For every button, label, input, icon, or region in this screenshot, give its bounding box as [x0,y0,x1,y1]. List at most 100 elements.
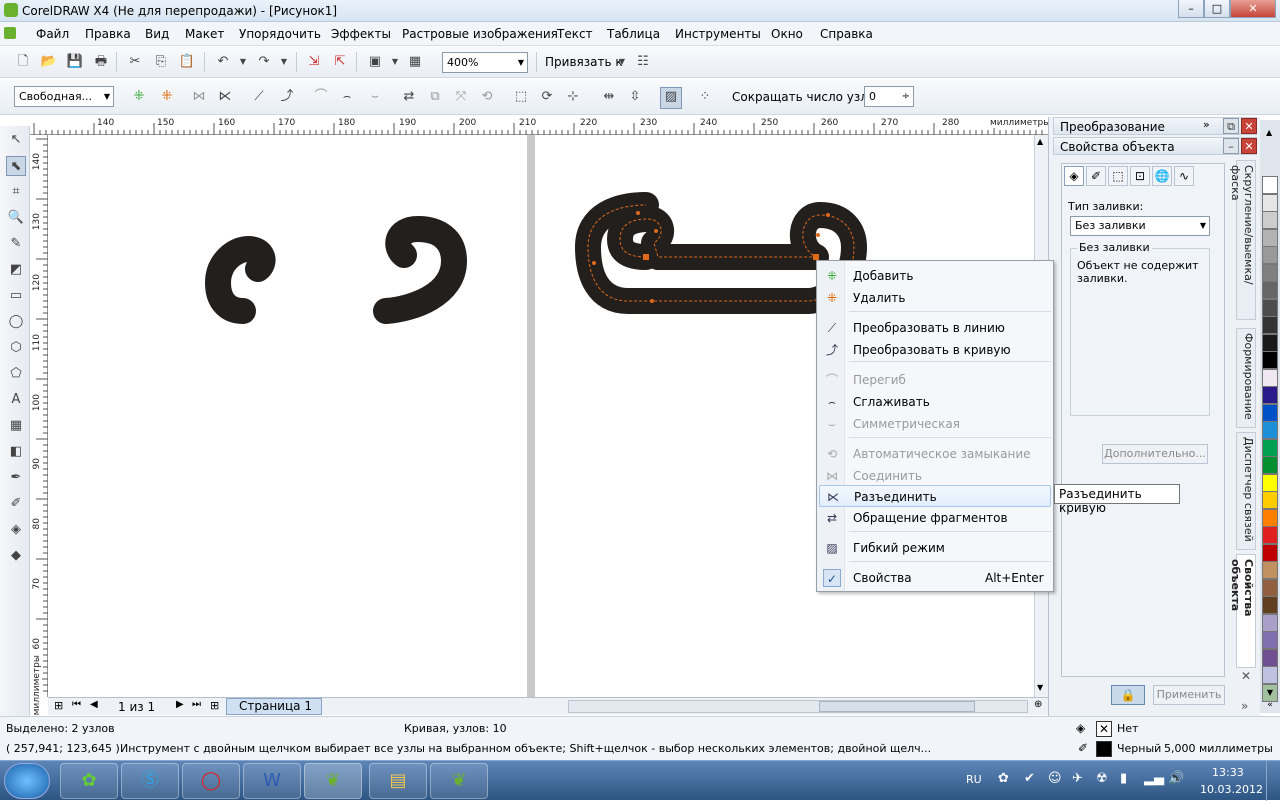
copy-icon[interactable]: ⎘ [152,53,170,71]
close-button[interactable]: ✕ [1230,0,1276,18]
context-menu-item[interactable]: ⁜ Удалить [819,287,1051,309]
menu-tools[interactable]: Инструменты [675,27,761,41]
elastic-mode-icon[interactable]: ▨ [660,87,682,109]
apply-button[interactable]: Применить [1153,685,1225,705]
float-icon[interactable]: ⧉ [1223,118,1239,134]
add-page-icon[interactable]: ⊞ [54,699,63,712]
context-menu-item[interactable]: ⤴ Преобразовать в кривую [819,339,1051,361]
color-swatch[interactable] [1262,456,1278,474]
color-swatch[interactable] [1262,368,1278,387]
outline-tool-icon[interactable]: ✐ [6,494,26,514]
close-docker-icon[interactable]: ✕ [1241,118,1257,134]
node-handle[interactable] [643,254,649,260]
context-menu-item[interactable]: ⌢ Сглаживать [819,391,1051,413]
opera-taskbar-icon[interactable]: ◯ [182,763,240,799]
rectangle-tool-icon[interactable]: ▭ [6,286,26,306]
join-nodes-icon[interactable]: ⋈ [190,88,208,106]
tray-icon-4[interactable]: ✈ [1072,771,1083,786]
mirror-v-icon[interactable]: ⇳ [626,88,644,106]
vertical-ruler[interactable]: 140 130 120 110 100 90 80 70 60 миллимет… [30,135,48,716]
color-swatch[interactable] [1262,561,1278,579]
context-menu-item[interactable]: ▨ Гибкий режим [819,537,1051,559]
word-taskbar-icon[interactable]: W [243,763,301,799]
menu-view[interactable]: Вид [145,27,169,41]
color-swatch[interactable] [1262,631,1278,649]
signal-icon[interactable]: ▂▄ [1144,771,1164,786]
color-swatch[interactable] [1262,473,1278,492]
context-menu-item[interactable]: ⁜ Добавить [819,265,1051,287]
more-button[interactable]: Дополнительно... [1102,444,1208,464]
color-swatch[interactable] [1262,246,1278,264]
node-handle[interactable] [592,261,596,265]
color-swatch[interactable] [1262,648,1278,667]
curve-tab-icon[interactable]: ∿ [1174,166,1194,186]
color-swatch[interactable] [1262,281,1278,299]
mirror-h-icon[interactable]: ⇹ [600,88,618,106]
last-page-icon[interactable]: ⏭ [192,699,201,710]
fill-tab-icon[interactable]: ◈ [1064,166,1084,186]
coreldraw2-taskbar-icon[interactable]: ❦ [430,763,488,799]
menu-edit[interactable]: Правка [85,27,131,41]
context-menu-item[interactable]: ⇄ Обращение фрагментов [819,507,1051,529]
node-handle[interactable] [654,229,658,233]
color-swatch[interactable] [1262,596,1278,614]
basic-shapes-icon[interactable]: ⬠ [6,364,26,384]
snap-dropdown-icon[interactable]: ▼ [613,53,631,71]
node-handle[interactable] [816,233,820,237]
rotate-icon[interactable]: ⟳ [538,88,556,106]
color-swatch[interactable] [1262,333,1278,352]
smooth-icon[interactable]: ⌢ [338,88,356,106]
start-button[interactable] [4,763,50,799]
doc-icon[interactable] [4,27,16,39]
context-menu-item[interactable]: ⌒ Перегиб [819,369,1051,391]
color-swatch[interactable] [1262,438,1278,457]
interactive-tool-icon[interactable]: ◧ [6,442,26,462]
options-icon[interactable]: ☷ [634,53,652,71]
tray-icon-1[interactable]: ✿ [998,771,1009,786]
break-curve-icon[interactable]: ⋉ [216,88,234,106]
color-swatch[interactable] [1262,316,1278,334]
fill-type-select[interactable]: Без заливки ▼ [1070,216,1210,236]
tray-icon-3[interactable]: ☺ [1048,771,1062,786]
menu-table[interactable]: Таблица [607,27,660,41]
skype-taskbar-icon[interactable]: Ⓢ [121,763,179,799]
next-page-icon[interactable]: ▶ [176,699,184,710]
freehand-tool-icon[interactable]: ✎ [6,234,26,254]
close-properties-icon[interactable]: ✕ [1241,138,1257,154]
language-indicator[interactable]: RU [966,773,982,786]
maximize-button[interactable]: □ [1204,0,1230,18]
spiral-shape-left[interactable] [205,236,276,324]
welcome-screen-icon[interactable]: ▦ [406,53,424,71]
selection-mode-combo[interactable]: Свободная... ▼ [14,86,114,107]
add-page-after-icon[interactable]: ⊞ [210,699,219,712]
open-icon[interactable]: 📂 [40,53,58,71]
polygon-tool-icon[interactable]: ⬡ [6,338,26,358]
vtab-shaping[interactable]: Формирование [1236,328,1256,428]
tray-icon-5[interactable]: ☢ [1096,771,1108,786]
fill-swatch[interactable]: ✕ [1096,721,1112,737]
fill-indicator-icon[interactable]: ◈ [1076,721,1085,735]
bounds-tab-icon[interactable]: ⬚ [1108,166,1128,186]
minimize-button[interactable]: – [1178,0,1204,18]
collapse-pane-icon[interactable]: » [1241,699,1248,713]
redo-icon[interactable]: ↷ [255,53,273,71]
collapse-icon[interactable]: – [1223,138,1239,154]
menu-effects[interactable]: Эффекты [331,27,391,41]
menu-bitmaps[interactable]: Растровые изображения [402,27,558,41]
color-swatch[interactable] [1262,211,1278,229]
volume-icon[interactable]: 🔊 [1168,771,1184,786]
close-pane-icon[interactable]: ✕ [1241,669,1251,683]
color-swatch[interactable] [1262,176,1278,194]
color-swatch[interactable] [1262,421,1278,439]
outline-indicator-icon[interactable]: ✐ [1078,741,1088,755]
symmetric-icon[interactable]: ⌣ [366,88,384,106]
select-all-nodes-icon[interactable]: ⁘ [696,88,714,106]
to-curve-icon[interactable]: ⤴ [278,88,296,106]
snap-to-button[interactable]: Привязать к [545,55,623,69]
outline-swatch[interactable] [1096,741,1112,757]
color-swatch[interactable] [1262,263,1278,282]
context-menu-item[interactable]: ⟋ Преобразовать в линию [819,317,1051,339]
color-swatch[interactable] [1262,193,1278,212]
internet-tab-icon[interactable]: 🌐 [1152,166,1172,186]
color-swatch[interactable] [1262,613,1278,632]
